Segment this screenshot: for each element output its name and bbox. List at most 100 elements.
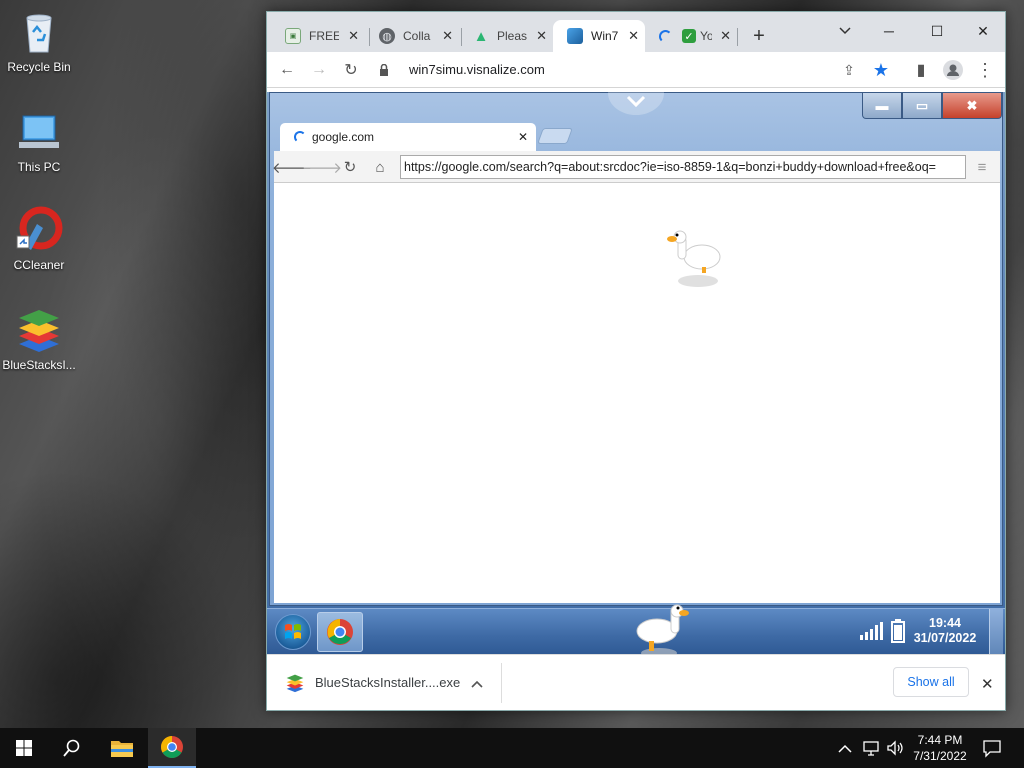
close-icon[interactable]: ✕ — [536, 28, 547, 44]
inner-address-bar[interactable]: https://google.com/search?q=about:srcdoc… — [400, 155, 966, 179]
chevron-up-icon[interactable] — [838, 741, 852, 759]
clock-date: 7/31/2022 — [913, 749, 967, 763]
reload-button[interactable]: ↻ — [338, 155, 362, 179]
tab-title: Pleas — [497, 29, 527, 43]
browser-tab[interactable]: ▲ Pleas ✕ — [459, 20, 553, 52]
forward-button[interactable]: → — [307, 58, 331, 82]
green-a-icon: ▲ — [473, 27, 489, 45]
globe-icon: ◍ — [379, 28, 395, 44]
free-site-favicon: ▣ — [285, 28, 301, 44]
browser-tab[interactable]: ▣ FREE ✕ — [271, 20, 365, 52]
address-bar[interactable]: win7simu.visnalize.com — [409, 58, 545, 82]
minimize-button[interactable]: ─ — [867, 16, 911, 46]
lock-icon — [377, 58, 391, 82]
search-icon[interactable] — [48, 728, 96, 768]
win7-start-orb[interactable] — [275, 614, 311, 650]
win7-show-desktop-button[interactable] — [989, 609, 1003, 654]
checkbox-icon: ✓ — [682, 29, 696, 43]
forward-button[interactable]: 🡒 — [302, 155, 342, 179]
bookmark-star-icon[interactable]: ★ — [869, 58, 893, 82]
download-separator — [501, 663, 502, 703]
share-icon[interactable]: ⇪ — [837, 58, 861, 82]
desktop-icon-this-pc[interactable]: This PC — [0, 108, 78, 174]
maximize-button[interactable]: ☐ — [915, 16, 959, 46]
tab-strip: ▣ FREE ✕ ◍ Colla ✕ ▲ Pleas ✕ Win7 ✕ ✓ Yo… — [267, 12, 1005, 52]
show-all-button[interactable]: Show all — [893, 667, 969, 697]
close-icon[interactable]: ✕ — [628, 28, 639, 44]
loading-spinner-icon — [294, 131, 306, 143]
win7-icon — [567, 28, 583, 44]
windows-taskbar: 7:44 PM 7/31/2022 — [0, 728, 1024, 768]
volume-icon[interactable] — [886, 739, 904, 762]
chrome-window: ▣ FREE ✕ ◍ Colla ✕ ▲ Pleas ✕ Win7 ✕ ✓ Yo… — [266, 11, 1006, 711]
goose-sprite — [664, 227, 724, 287]
back-button[interactable]: 🡐 — [272, 155, 312, 179]
home-icon[interactable]: ⌂ — [368, 155, 392, 179]
desktop-icon-label: CCleaner — [13, 258, 65, 272]
back-button[interactable]: ← — [275, 58, 299, 82]
inner-minimize-button[interactable]: ▬ — [862, 93, 902, 119]
download-file-name[interactable]: BlueStacksInstaller....exe — [315, 675, 460, 690]
tab-search-button[interactable] — [823, 16, 867, 46]
browser-toolbar: ← → ↻ win7simu.visnalize.com ⇪ ★ ▮ ⋮ — [267, 52, 1005, 88]
signal-icon — [859, 621, 883, 646]
inner-close-button[interactable]: ✖ — [942, 93, 1002, 119]
close-icon[interactable]: ✕ — [518, 130, 528, 144]
bluestacks-icon — [15, 306, 63, 354]
tab-title: Win7 — [591, 29, 619, 43]
win7-clock-date: 31/07/2022 — [913, 631, 977, 645]
inner-browser-toolbar: 🡐 🡒 ↻ ⌂ https://google.com/search?q=abou… — [272, 151, 1000, 183]
browser-tab-active[interactable]: Win7 ✕ — [553, 20, 645, 52]
desktop-icon-label: This PC — [17, 160, 61, 174]
hamburger-menu-icon[interactable]: ≡ — [970, 155, 994, 179]
desktop-icon-bluestacks[interactable]: BlueStacksI... — [0, 306, 78, 372]
profile-avatar[interactable] — [941, 58, 965, 82]
tab-title: Yo — [700, 29, 712, 43]
loading-spinner-icon — [659, 29, 672, 43]
chrome-taskbar-icon[interactable] — [148, 728, 196, 768]
browser-tab[interactable]: ✓ Yo ✕ — [645, 20, 737, 52]
clock-time: 7:44 PM — [917, 733, 963, 747]
close-icon[interactable]: ✕ — [442, 28, 453, 44]
desktop-icon-label: Recycle Bin — [7, 60, 71, 74]
chevron-down-icon[interactable] — [608, 92, 664, 115]
win7-taskbar-chrome[interactable] — [317, 612, 363, 652]
win7-taskbar: 19:44 31/07/2022 — [267, 604, 1005, 654]
chevron-up-icon[interactable] — [471, 675, 483, 693]
bluestacks-icon — [285, 673, 305, 698]
tab-title: FREE — [309, 29, 339, 43]
ccleaner-icon — [15, 206, 63, 254]
file-explorer-icon[interactable] — [98, 728, 146, 768]
inner-tab-title: google.com — [312, 130, 375, 144]
inner-new-tab-button[interactable] — [537, 128, 573, 144]
desktop-icon-label: BlueStacksI... — [2, 358, 76, 372]
win7-simulator-page: ▬ ▭ ✖ google.com ✕ 🡐 🡒 ↻ ⌂ https://googl… — [267, 92, 1005, 654]
this-pc-icon — [15, 108, 63, 156]
system-clock[interactable]: 7:44 PM 7/31/2022 — [908, 732, 972, 764]
menu-dots-icon[interactable]: ⋮ — [973, 58, 997, 82]
new-tab-button[interactable]: + — [747, 24, 771, 48]
desktop-icon-recycle-bin[interactable]: Recycle Bin — [0, 8, 78, 74]
close-download-bar-icon[interactable]: ✕ — [981, 675, 994, 693]
browser-tab[interactable]: ◍ Colla ✕ — [365, 20, 459, 52]
goose-sprite — [635, 603, 691, 654]
battery-icon — [891, 619, 905, 648]
inner-window-frame: ▬ ▭ ✖ google.com ✕ 🡐 🡒 ↻ ⌂ https://googl… — [269, 92, 1003, 606]
download-bar: BlueStacksInstaller....exe Show all ✕ — [267, 654, 1005, 710]
network-icon[interactable] — [862, 739, 880, 762]
recycle-bin-icon — [15, 8, 63, 56]
win7-clock[interactable]: 19:44 31/07/2022 — [907, 616, 983, 646]
desktop-icon-ccleaner[interactable]: CCleaner — [0, 206, 78, 272]
inner-page-content — [274, 183, 1000, 603]
side-panel-icon[interactable]: ▮ — [909, 58, 933, 82]
notification-icon[interactable] — [982, 738, 1002, 763]
start-button[interactable] — [0, 728, 48, 768]
reload-button[interactable]: ↻ — [339, 58, 363, 82]
close-icon[interactable]: ✕ — [348, 28, 359, 44]
close-window-button[interactable]: ✕ — [961, 16, 1005, 46]
inner-browser-tab[interactable]: google.com ✕ — [280, 123, 536, 151]
win7-clock-time: 19:44 — [929, 616, 961, 630]
inner-maximize-button[interactable]: ▭ — [902, 93, 942, 119]
tab-title: Colla — [403, 29, 431, 43]
close-icon[interactable]: ✕ — [720, 28, 731, 44]
